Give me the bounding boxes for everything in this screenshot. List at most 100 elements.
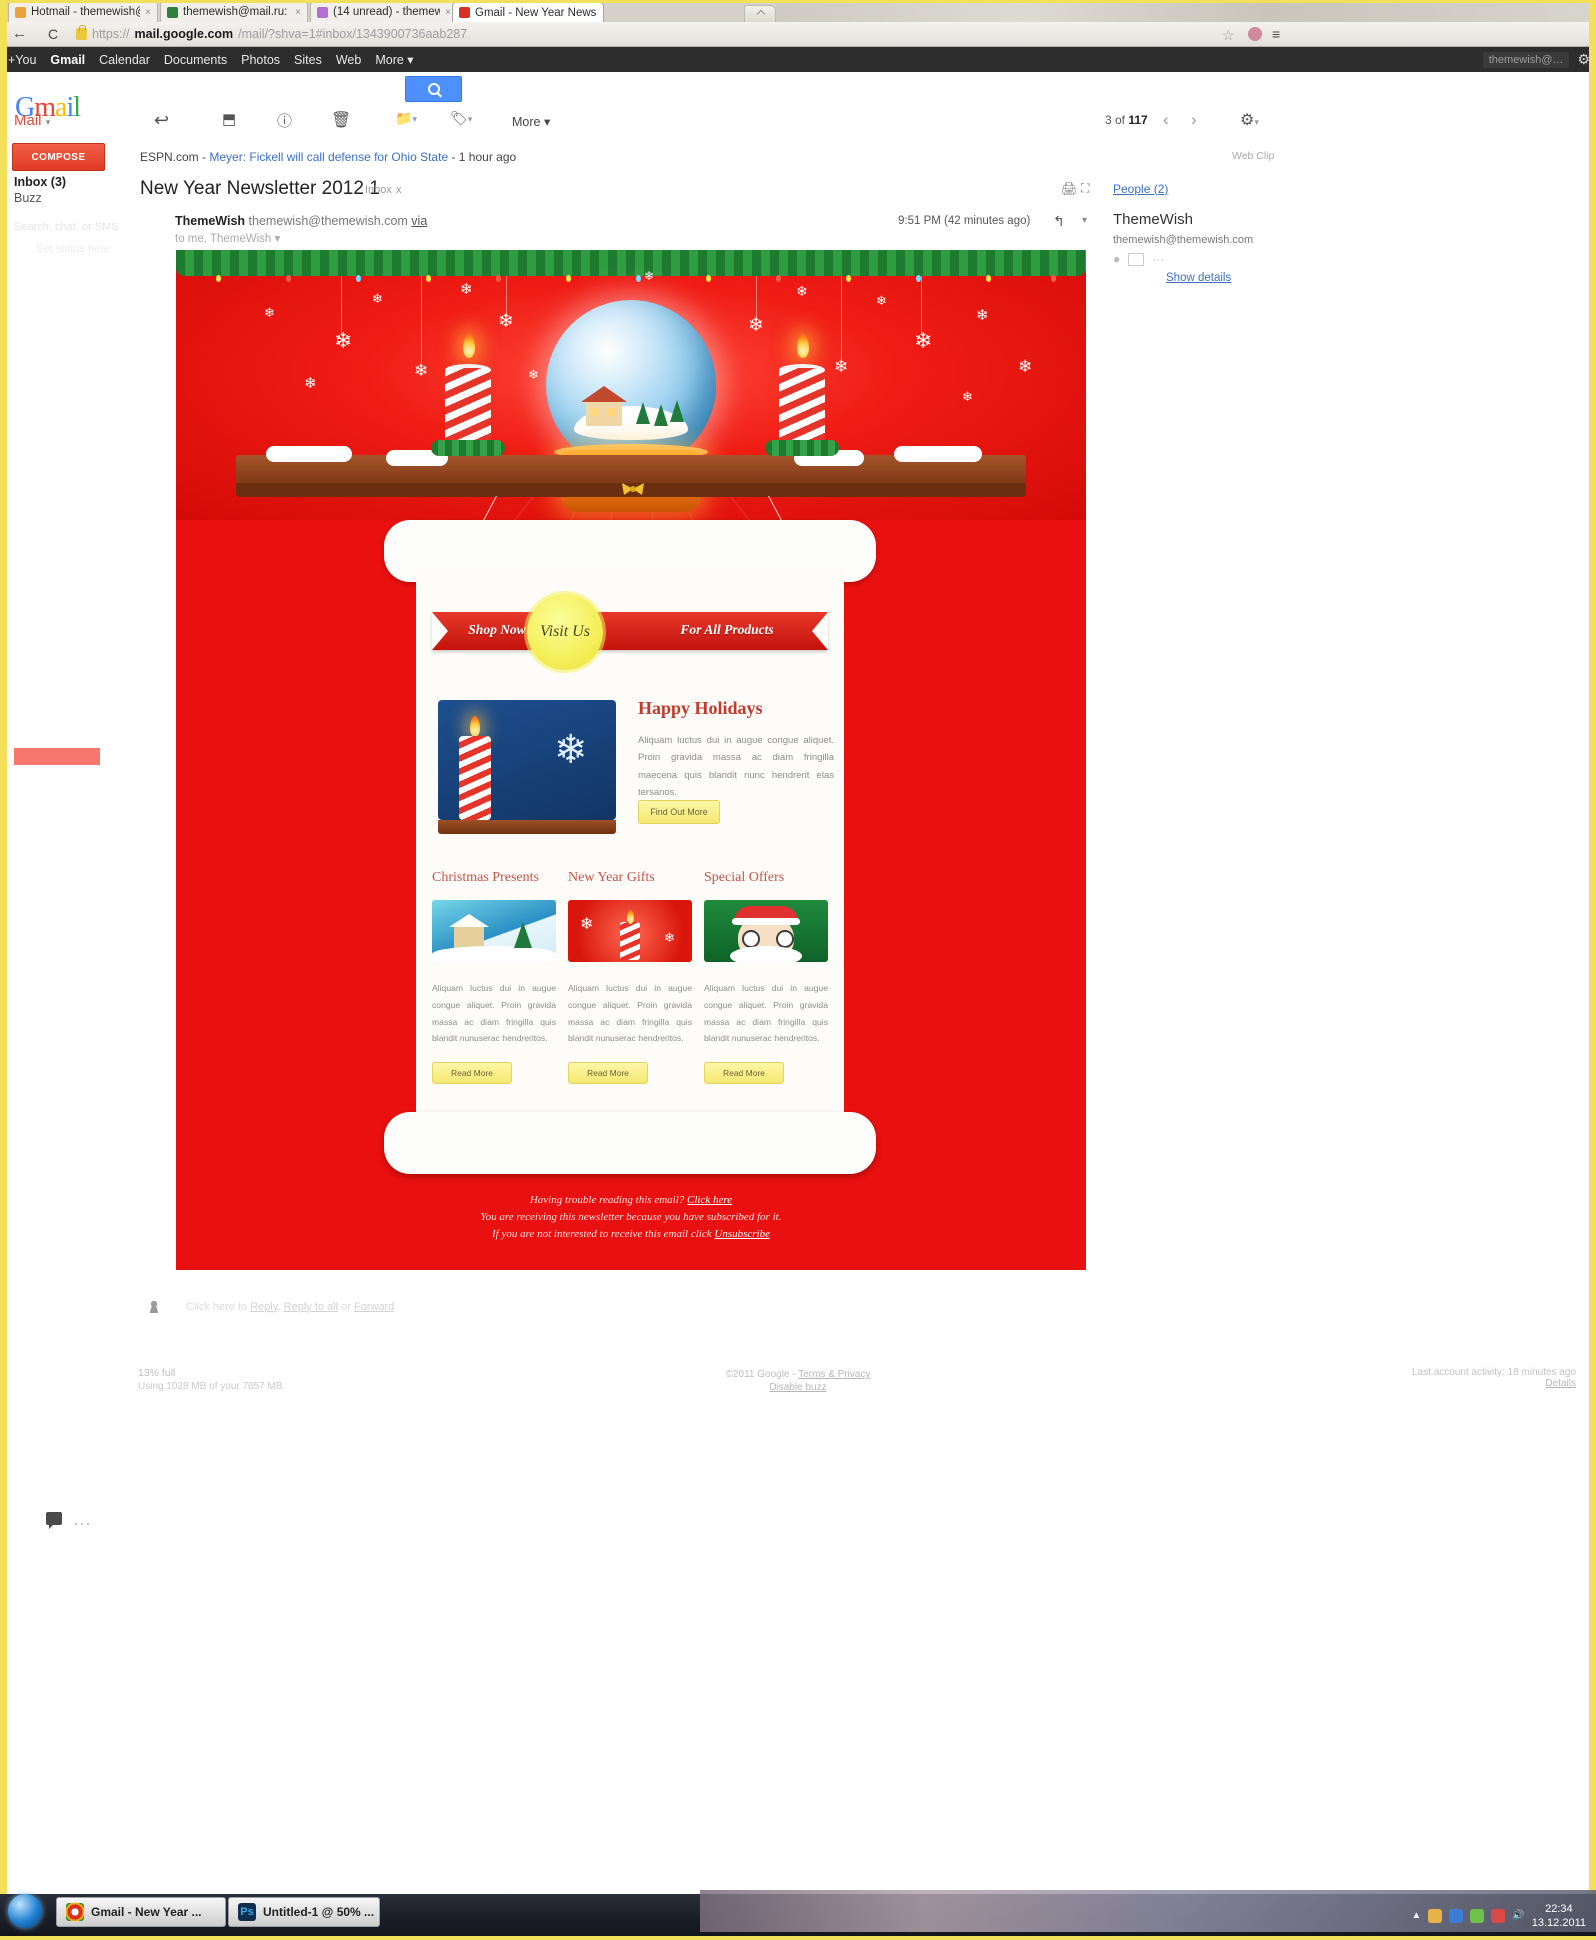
happy-holidays-title: Happy Holidays — [638, 698, 763, 718]
close-icon[interactable]: × — [445, 7, 451, 18]
address-bar[interactable]: https:// mail.google.com /mail/?shva=1#i… — [76, 25, 1196, 43]
labels-icon[interactable]: 🏷▾ — [450, 110, 472, 127]
tray-icon-generic[interactable] — [1428, 1908, 1443, 1923]
settings-gear-icon[interactable]: ⚙▾ — [1240, 110, 1259, 130]
bookmark-star-icon[interactable]: ☆ — [1222, 27, 1235, 44]
chat-options-icon[interactable]: ··· — [74, 1516, 92, 1530]
gbar-item-photos[interactable]: Photos — [241, 53, 280, 67]
chevron-down-icon: ▾ — [1254, 117, 1259, 127]
browser-tab-4-active[interactable]: Gmail - New Year Newslett — [452, 2, 604, 22]
webclip-link[interactable]: Meyer: Fickell will call defense for Ohi… — [209, 150, 448, 164]
via-link[interactable]: via — [411, 214, 427, 228]
reply-link[interactable]: Reply — [250, 1301, 277, 1313]
account-label[interactable]: themewish@… — [1482, 51, 1570, 68]
forward-link[interactable]: Forward — [354, 1301, 394, 1313]
show-details-link[interactable]: Show details — [1166, 272, 1231, 284]
find-out-more-button[interactable]: Find Out More — [638, 800, 720, 824]
tree-shape — [514, 922, 532, 948]
image-shelf — [438, 820, 616, 834]
tab-title: Gmail - New Year Newslett — [475, 6, 597, 19]
more-actions-button[interactable]: More ▾ — [512, 114, 550, 129]
recipients-line[interactable]: to me, ThemeWish ▾ — [175, 231, 280, 245]
chat-search-placeholder[interactable]: Search, chat, or SMS — [14, 221, 119, 233]
read-more-button-2[interactable]: Read More — [568, 1062, 648, 1084]
back-icon[interactable]: ← — [12, 26, 27, 42]
gbar-item-you[interactable]: +You — [8, 53, 36, 67]
message-actions-chevron-icon[interactable]: ▾ — [1082, 215, 1087, 226]
taskbar-app-chrome[interactable]: Gmail - New Year ... — [56, 1897, 226, 1927]
delete-icon[interactable]: 🗑 — [331, 110, 351, 130]
candle-right — [779, 368, 825, 448]
compose-button[interactable]: COMPOSE — [12, 143, 105, 171]
snowflake-icon: ❄ — [962, 389, 973, 404]
reply-icon[interactable]: ↰ — [1053, 213, 1065, 230]
activity-details-link[interactable]: Details — [1545, 1378, 1576, 1389]
unsubscribe-link[interactable]: Unsubscribe — [714, 1228, 770, 1240]
recipients-text: to me, ThemeWish — [175, 233, 272, 245]
back-to-inbox-icon[interactable]: ↩ — [154, 110, 169, 131]
terms-privacy-link[interactable]: Terms & Privacy — [798, 1369, 870, 1380]
message-pager: 3 of 117 — [1105, 113, 1148, 127]
remove-label-icon[interactable]: x — [396, 184, 402, 196]
gbar-item-web[interactable]: Web — [336, 53, 361, 67]
chat-bubble-icon[interactable] — [46, 1512, 62, 1529]
newsletter-footer-line-1: Having trouble reading this email? Click… — [176, 1194, 1086, 1206]
report-spam-icon[interactable]: ⓘ — [277, 110, 292, 131]
read-more-button-3[interactable]: Read More — [704, 1062, 784, 1084]
tray-expand-icon[interactable]: ▲ — [1411, 1910, 1421, 1921]
column-body-3: Aliquam luctus dui in augue congue aliqu… — [704, 983, 828, 1044]
reload-icon[interactable]: C — [48, 26, 58, 42]
chrome-menu-icon[interactable]: ≡ — [1272, 26, 1280, 42]
sidebar-item-buzz[interactable]: Buzz — [14, 191, 42, 205]
read-more-button-1[interactable]: Read More — [432, 1062, 512, 1084]
web-clip[interactable]: ESPN.com - Meyer: Fickell will call defe… — [140, 150, 516, 164]
close-icon[interactable]: × — [145, 7, 151, 18]
reply-all-link[interactable]: Reply to all — [284, 1301, 338, 1313]
contact-more-icon[interactable]: ··· — [1152, 252, 1164, 266]
print-icon[interactable]: 🖨 — [1061, 181, 1078, 197]
sidebar-item-inbox[interactable]: Inbox (3) — [14, 175, 66, 189]
user-avatar-icon[interactable] — [1248, 27, 1262, 41]
tab-favicon — [15, 6, 26, 18]
next-message-icon[interactable]: › — [1191, 110, 1197, 130]
chevron-down-icon[interactable]: ▾ — [275, 233, 281, 245]
people-widget-link[interactable]: People (2) — [1113, 182, 1168, 196]
gbar-item-sites[interactable]: Sites — [294, 53, 322, 67]
archive-icon[interactable]: ⬒ — [222, 110, 236, 128]
gbar-item-gmail[interactable]: Gmail — [50, 53, 85, 67]
find-out-more-label: Find Out More — [650, 807, 708, 817]
start-button[interactable] — [8, 1894, 42, 1928]
search-button[interactable] — [405, 76, 462, 102]
taskbar-app-photoshop[interactable]: Ps Untitled-1 @ 50% ... — [228, 1897, 380, 1927]
browser-tab-3[interactable]: (14 unread) - themewish × — [310, 1, 458, 22]
gbar-item-more[interactable]: More ▾ — [375, 52, 413, 67]
close-icon[interactable]: × — [295, 7, 301, 18]
chat-status-icon[interactable]: ● — [1113, 252, 1120, 266]
tray-icon-alert[interactable] — [1491, 1908, 1506, 1923]
mail-dropdown[interactable]: Mail ▾ — [14, 112, 50, 129]
browser-tab-1[interactable]: Hotmail - themewish@hot × — [8, 1, 158, 22]
new-tab-button[interactable] — [744, 5, 776, 23]
tray-icon-network[interactable] — [1449, 1908, 1464, 1923]
google-navigation-bar: +You Gmail Calendar Documents Photos Sit… — [0, 47, 1596, 72]
chat-status-placeholder[interactable]: Set status here — [36, 243, 110, 255]
subject-label-inbox[interactable]: Inbox — [365, 184, 392, 196]
garland-bulb — [286, 275, 291, 282]
ribbon-bow — [620, 482, 646, 500]
candle-flame — [797, 334, 809, 358]
visit-us-seal[interactable]: Visit Us — [527, 594, 603, 670]
gbar-item-calendar[interactable]: Calendar — [99, 53, 150, 67]
gbar-item-documents[interactable]: Documents — [164, 53, 227, 67]
open-in-new-window-icon[interactable]: ⛶ — [1081, 181, 1089, 196]
disable-buzz-link[interactable]: Disable buzz — [769, 1382, 826, 1393]
browser-tab-2[interactable]: themewish@mail.ru: New × — [160, 1, 308, 22]
move-to-icon[interactable]: 📁▾ — [395, 110, 417, 127]
clock[interactable]: 22:34 13.12.2011 — [1532, 1902, 1586, 1930]
compose-label: COMPOSE — [31, 151, 86, 163]
garland-decoration — [176, 250, 1086, 276]
volume-icon[interactable]: 🔊 — [1512, 1910, 1524, 1921]
click-here-link[interactable]: Click here — [687, 1194, 732, 1206]
snow-ground — [432, 946, 556, 962]
tray-icon-antivirus[interactable] — [1470, 1908, 1485, 1923]
prev-message-icon[interactable]: ‹ — [1163, 110, 1169, 130]
